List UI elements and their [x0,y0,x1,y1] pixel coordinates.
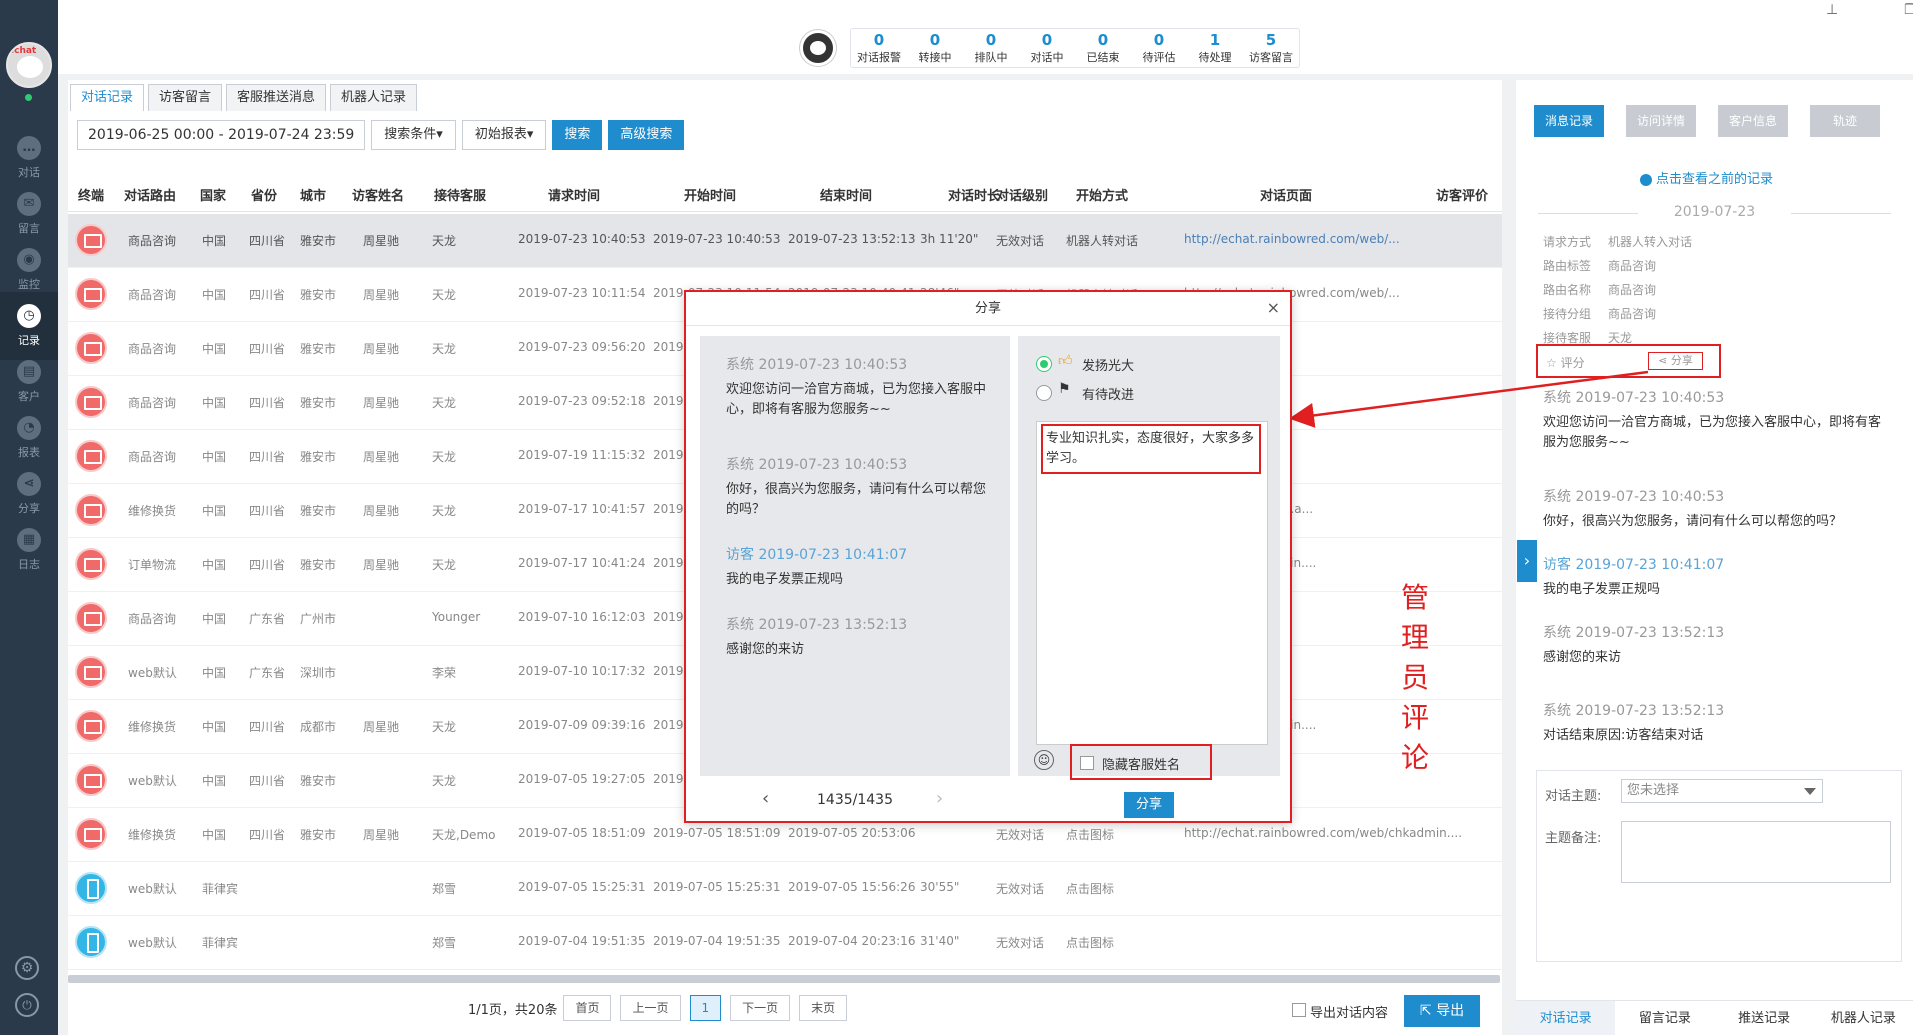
transcript-navigation: ‹ 1435/1435 › [700,786,1010,816]
hide-name-option: 隐藏客服姓名 [1070,744,1212,780]
dialog-message: 系统 2019-07-23 10:40:53 你好，很高兴为您服务，请问有什么可以… [726,454,996,520]
comment-text: 专业知识扎实，态度很好，大家多多学习。 [1041,424,1261,474]
flag-icon: ⚑ [1058,381,1071,397]
message-header: 系统 2019-07-23 10:40:53 [726,357,908,373]
share-dialog: 分享 × 系统 2019-07-23 10:40:53 欢迎您访问一洽官方商城，已… [684,290,1429,823]
thumbs-up-icon: 👍︎ [1058,353,1073,369]
dialog-message: 系统 2019-07-23 13:52:13 感谢您的来访 [726,614,996,660]
close-icon[interactable]: × [1267,298,1280,317]
chevron-right-icon[interactable]: › [936,788,943,809]
annotation-label: 管理员评论 [1401,581,1430,774]
option-good-label: 发扬光大 [1082,359,1135,374]
radio-improve[interactable] [1036,385,1052,401]
radio-good[interactable] [1036,356,1052,372]
message-body: 欢迎您访问一洽官方商城，已为您接入客服中心，即将有客服为您服务~~ [726,382,987,417]
dialog-message: 访客 2019-07-23 10:41:07 我的电子发票正规吗 [726,544,996,590]
option-improve-label: 有待改进 [1082,388,1135,403]
share-button[interactable]: 分享 [1124,792,1174,818]
dialog-transcript: 系统 2019-07-23 10:40:53 欢迎您访问一洽官方商城，已为您接入客… [700,336,1010,776]
message-body: 我的电子发票正规吗 [726,572,844,587]
hide-name-checkbox[interactable] [1080,756,1094,770]
transcript-counter: 1435/1435 [817,792,893,808]
comment-textarea[interactable]: 专业知识扎实，态度很好，大家多多学习。 [1036,421,1268,745]
message-header: 访客 2019-07-23 10:41:07 [726,547,908,563]
dialog-comment-pane: 👍︎ 发扬光大 ⚑ 有待改进 专业知识扎实，态度很好，大家多多学习。 管理员评论… [1018,336,1429,780]
message-body: 你好，很高兴为您服务，请问有什么可以帮您的吗？ [726,482,987,517]
message-header: 系统 2019-07-23 13:52:13 [726,617,908,633]
dialog-title: 分享 [686,292,1290,326]
emoji-icon[interactable]: ☺ [1034,750,1054,770]
hide-name-label: 隐藏客服姓名 [1102,758,1181,773]
dialog-message: 系统 2019-07-23 10:40:53 欢迎您访问一洽官方商城，已为您接入客… [726,354,996,420]
message-header: 系统 2019-07-23 10:40:53 [726,457,908,473]
arrow-to-comment [1289,370,1649,428]
message-body: 感谢您的来访 [726,642,805,657]
